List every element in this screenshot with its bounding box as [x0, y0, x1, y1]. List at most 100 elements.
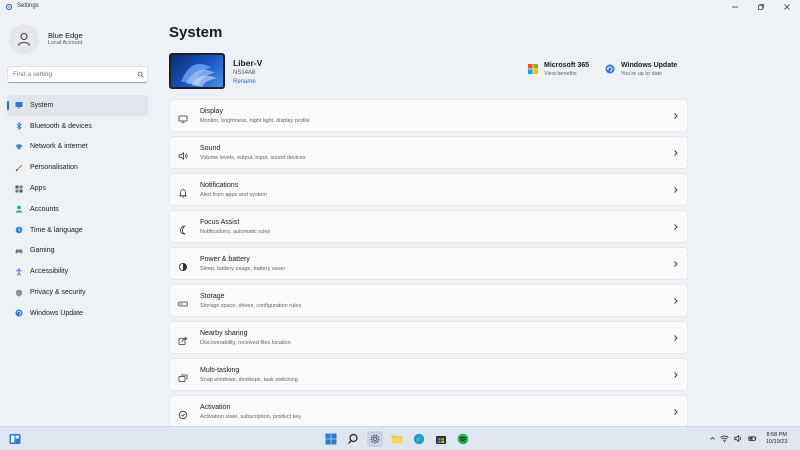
taskbar-settings-button[interactable] — [367, 431, 383, 447]
nearby-sharing-card[interactable]: Nearby sharing Discoverability, received… — [169, 321, 688, 354]
card-title: Sound — [200, 145, 221, 152]
sidebar-item-label: Windows Update — [30, 309, 83, 317]
wifi-icon — [15, 143, 23, 151]
windows-update-link[interactable]: Windows Update You're up to date — [605, 62, 677, 77]
avatar[interactable] — [9, 24, 39, 54]
power-battery-card[interactable]: Power & battery Sleep, battery usage, ba… — [169, 247, 688, 280]
settings-icon — [370, 434, 380, 444]
maximize-button[interactable] — [748, 0, 774, 14]
widgets-icon[interactable] — [9, 433, 21, 445]
chevron-right-icon — [674, 224, 678, 230]
multitasking-card[interactable]: Multi-tasking Snap windows, desktops, ta… — [169, 358, 688, 391]
storage-icon — [178, 296, 188, 307]
sidebar-item-accounts[interactable]: Accounts — [7, 199, 148, 220]
edge-icon — [413, 433, 425, 445]
close-icon — [784, 4, 790, 10]
sidebar-item-personalisation[interactable]: Personalisation — [7, 157, 148, 178]
apps-icon — [15, 185, 23, 193]
windows-update-subtitle: You're up to date — [621, 71, 663, 77]
storage-card[interactable]: Storage Storage space, drives, configura… — [169, 284, 688, 317]
card-subtitle: Storage space, drives, configuration rul… — [200, 303, 302, 309]
restore-icon — [758, 4, 764, 10]
settings-app-icon — [5, 3, 13, 11]
sidebar-item-bluetooth[interactable]: Bluetooth & devices — [7, 116, 148, 137]
taskbar-search-button[interactable] — [345, 431, 361, 447]
minimize-icon — [732, 6, 738, 8]
microsoft365-link[interactable]: Microsoft 365 View benefits — [528, 62, 589, 77]
sidebar-item-gaming[interactable]: Gaming — [7, 241, 148, 262]
notifications-card[interactable]: Notifications Alert from apps and system — [169, 173, 688, 206]
card-subtitle: Monitor, brightness, night light, displa… — [200, 118, 310, 124]
chevron-right-icon — [674, 113, 678, 119]
chevron-right-icon — [674, 298, 678, 304]
update-icon — [605, 64, 615, 74]
sidebar-item-apps[interactable]: Apps — [7, 178, 148, 199]
accessibility-icon — [15, 268, 23, 276]
speaker-icon — [734, 434, 742, 443]
sidebar-item-label: Apps — [30, 185, 46, 193]
card-title: Focus Assist — [200, 219, 240, 226]
sidebar-item-network[interactable]: Network & internet — [7, 137, 148, 158]
moon-icon — [178, 222, 188, 235]
chevron-right-icon — [674, 187, 678, 193]
sidebar-item-time-language[interactable]: Time & language — [7, 220, 148, 241]
clock-time: 8:58 PM — [766, 432, 787, 438]
sidebar-nav: System Bluetooth & devices Network & int… — [7, 95, 148, 324]
wallpaper-bloom-icon — [181, 64, 217, 87]
sidebar-item-accessibility[interactable]: Accessibility — [7, 261, 148, 282]
card-title: Activation — [200, 404, 231, 411]
sidebar-item-label: Personalisation — [30, 164, 78, 172]
rename-link[interactable]: Rename — [233, 79, 256, 85]
close-button[interactable] — [774, 0, 800, 14]
taskbar-file-explorer-button[interactable] — [389, 431, 405, 447]
sidebar-item-label: System — [30, 101, 54, 109]
search-icon — [137, 71, 144, 78]
taskbar: 8:58 PM 10/19/23 — [0, 426, 800, 450]
clock-date: 10/19/23 — [766, 439, 788, 445]
microsoft365-title: Microsoft 365 — [544, 62, 590, 69]
card-title: Display — [200, 108, 223, 115]
chevron-right-icon — [674, 150, 678, 156]
activation-card[interactable]: Activation Activation state, subscriptio… — [169, 395, 688, 428]
sidebar-item-label: Accessibility — [30, 268, 69, 276]
taskbar-store-button[interactable] — [433, 431, 449, 447]
user-name: Blue Edge — [48, 31, 83, 40]
sidebar-item-label: Privacy & security — [30, 289, 86, 297]
clock[interactable]: 8:58 PM 10/19/23 — [766, 432, 787, 446]
account-type: Local Account — [48, 40, 83, 46]
bluetooth-icon — [15, 122, 23, 131]
search-input[interactable] — [7, 66, 148, 83]
microsoft365-icon — [528, 64, 538, 74]
spotify-icon — [457, 433, 469, 445]
display-card[interactable]: Display Monitor, brightness, night light… — [169, 99, 688, 132]
chevron-up-icon[interactable] — [709, 435, 716, 442]
store-icon — [436, 436, 446, 444]
card-title: Notifications — [200, 182, 239, 189]
share-icon — [178, 333, 188, 345]
microsoft365-subtitle: View benefits — [544, 71, 577, 77]
update-icon — [15, 309, 23, 317]
card-title: Multi-tasking — [200, 367, 240, 374]
focus-assist-card[interactable]: Focus Assist Notifications, automatic ru… — [169, 210, 688, 243]
window-title: Settings — [17, 3, 39, 9]
card-subtitle: Discoverability, received files location — [200, 340, 291, 346]
sidebar-item-label: Accounts — [30, 205, 59, 213]
taskbar-spotify-button[interactable] — [455, 431, 471, 447]
globe-clock-icon — [15, 226, 23, 234]
system-tray[interactable] — [720, 434, 757, 443]
sound-card[interactable]: Sound Volume levels, output, input, soun… — [169, 136, 688, 169]
sidebar-item-windows-update[interactable]: Windows Update — [7, 303, 148, 324]
sidebar-item-system[interactable]: System — [7, 95, 148, 116]
taskbar-edge-button[interactable] — [411, 431, 427, 447]
chevron-right-icon — [674, 261, 678, 267]
card-subtitle: Notifications, automatic rules — [200, 229, 271, 235]
brush-icon — [15, 164, 23, 172]
taskbar-apps — [323, 431, 471, 447]
device-name: Liber-V — [233, 58, 263, 68]
card-subtitle: Sleep, battery usage, battery saver — [200, 266, 286, 272]
card-title: Storage — [200, 293, 225, 300]
bell-icon — [178, 185, 188, 198]
start-button[interactable] — [323, 431, 339, 447]
sidebar-item-privacy-security[interactable]: Privacy & security — [7, 282, 148, 303]
minimize-button[interactable] — [722, 0, 748, 14]
